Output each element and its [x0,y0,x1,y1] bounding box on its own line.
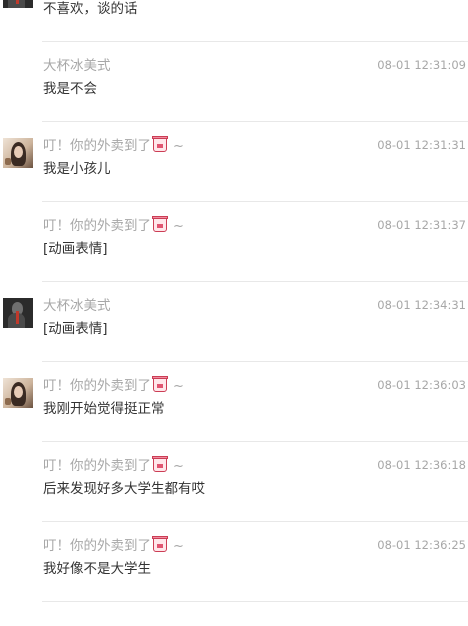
avatar[interactable] [3,0,33,8]
name-suffix: ~ [173,219,184,234]
name-suffix: ~ [173,379,184,394]
name-suffix: ~ [173,139,184,154]
sender-name: 叮！你的外卖到了 [43,378,151,394]
message-timestamp: 08-01 12:36:18 [377,458,466,472]
message-text: 我刚开始觉得挺正常 [43,401,165,417]
message-text: 不喜欢，谈的话 [43,1,138,17]
chat-message-list: 大杯冰美式不喜欢，谈的话大杯冰美式08-01 12:31:09我是不会叮！你的外… [0,0,468,602]
bubble-tea-icon [152,216,168,232]
message-sender[interactable]: 叮！你的外卖到了 ~ [43,136,184,157]
name-suffix: ~ [173,459,184,474]
bubble-tea-icon [152,536,168,552]
avatar[interactable] [3,298,33,328]
chat-message: 叮！你的外卖到了 ~08-01 12:36:18 后来发现好多大学生都有哎 [0,442,468,522]
message-text: 我是不会 [43,81,97,97]
sender-name: 叮！你的外卖到了 [43,138,151,154]
message-sender[interactable]: 叮！你的外卖到了 ~ [43,536,184,557]
message-text: 我好像不是大学生 [43,561,151,577]
sender-name: 大杯冰美式 [43,58,111,74]
message-timestamp: 08-01 12:36:25 [377,538,466,552]
message-sender[interactable]: 叮！你的外卖到了 ~ [43,216,184,237]
avatar[interactable] [3,378,33,408]
message-timestamp: 08-01 12:31:09 [377,58,466,72]
message-timestamp: 08-01 12:36:03 [377,378,466,392]
chat-message: 叮！你的外卖到了 ~08-01 12:31:37 [动画表情] [0,202,468,282]
message-sender[interactable]: 大杯冰美式 [43,56,111,76]
message-sender[interactable]: 叮！你的外卖到了 ~ [43,376,184,397]
name-suffix: ~ [173,539,184,554]
message-text: [动画表情] [43,241,108,257]
message-timestamp: 08-01 12:31:31 [377,138,466,152]
avatar[interactable] [3,138,33,168]
message-sender[interactable]: 叮！你的外卖到了 ~ [43,456,184,477]
message-timestamp: 08-01 12:31:37 [377,218,466,232]
message-text: 后来发现好多大学生都有哎 [43,481,205,497]
sender-name: 叮！你的外卖到了 [43,218,151,234]
bubble-tea-icon [152,376,168,392]
chat-message: 叮！你的外卖到了 ~08-01 12:31:31 我是小孩儿 [0,122,468,202]
chat-message: 大杯冰美式不喜欢，谈的话 [0,0,468,42]
message-timestamp: 08-01 12:34:31 [377,298,466,312]
sender-name: 叮！你的外卖到了 [43,458,151,474]
bubble-tea-icon [152,136,168,152]
chat-message: 叮！你的外卖到了 ~08-01 12:36:03 我刚开始觉得挺正常 [0,362,468,442]
bubble-tea-icon [152,456,168,472]
message-sender[interactable]: 大杯冰美式 [43,296,111,316]
chat-message: 大杯冰美式 08-01 12:34:31 [动画表情] [0,282,468,362]
chat-message: 大杯冰美式 08-01 12:31:09 我是不会 [0,42,468,122]
sender-name: 叮！你的外卖到了 [43,538,151,554]
message-text: [动画表情] [43,321,108,337]
sender-name: 大杯冰美式 [43,298,111,314]
message-divider [42,601,468,602]
message-text: 我是小孩儿 [43,161,111,177]
chat-message: 叮！你的外卖到了 ~08-01 12:36:25 我好像不是大学生 [0,522,468,602]
